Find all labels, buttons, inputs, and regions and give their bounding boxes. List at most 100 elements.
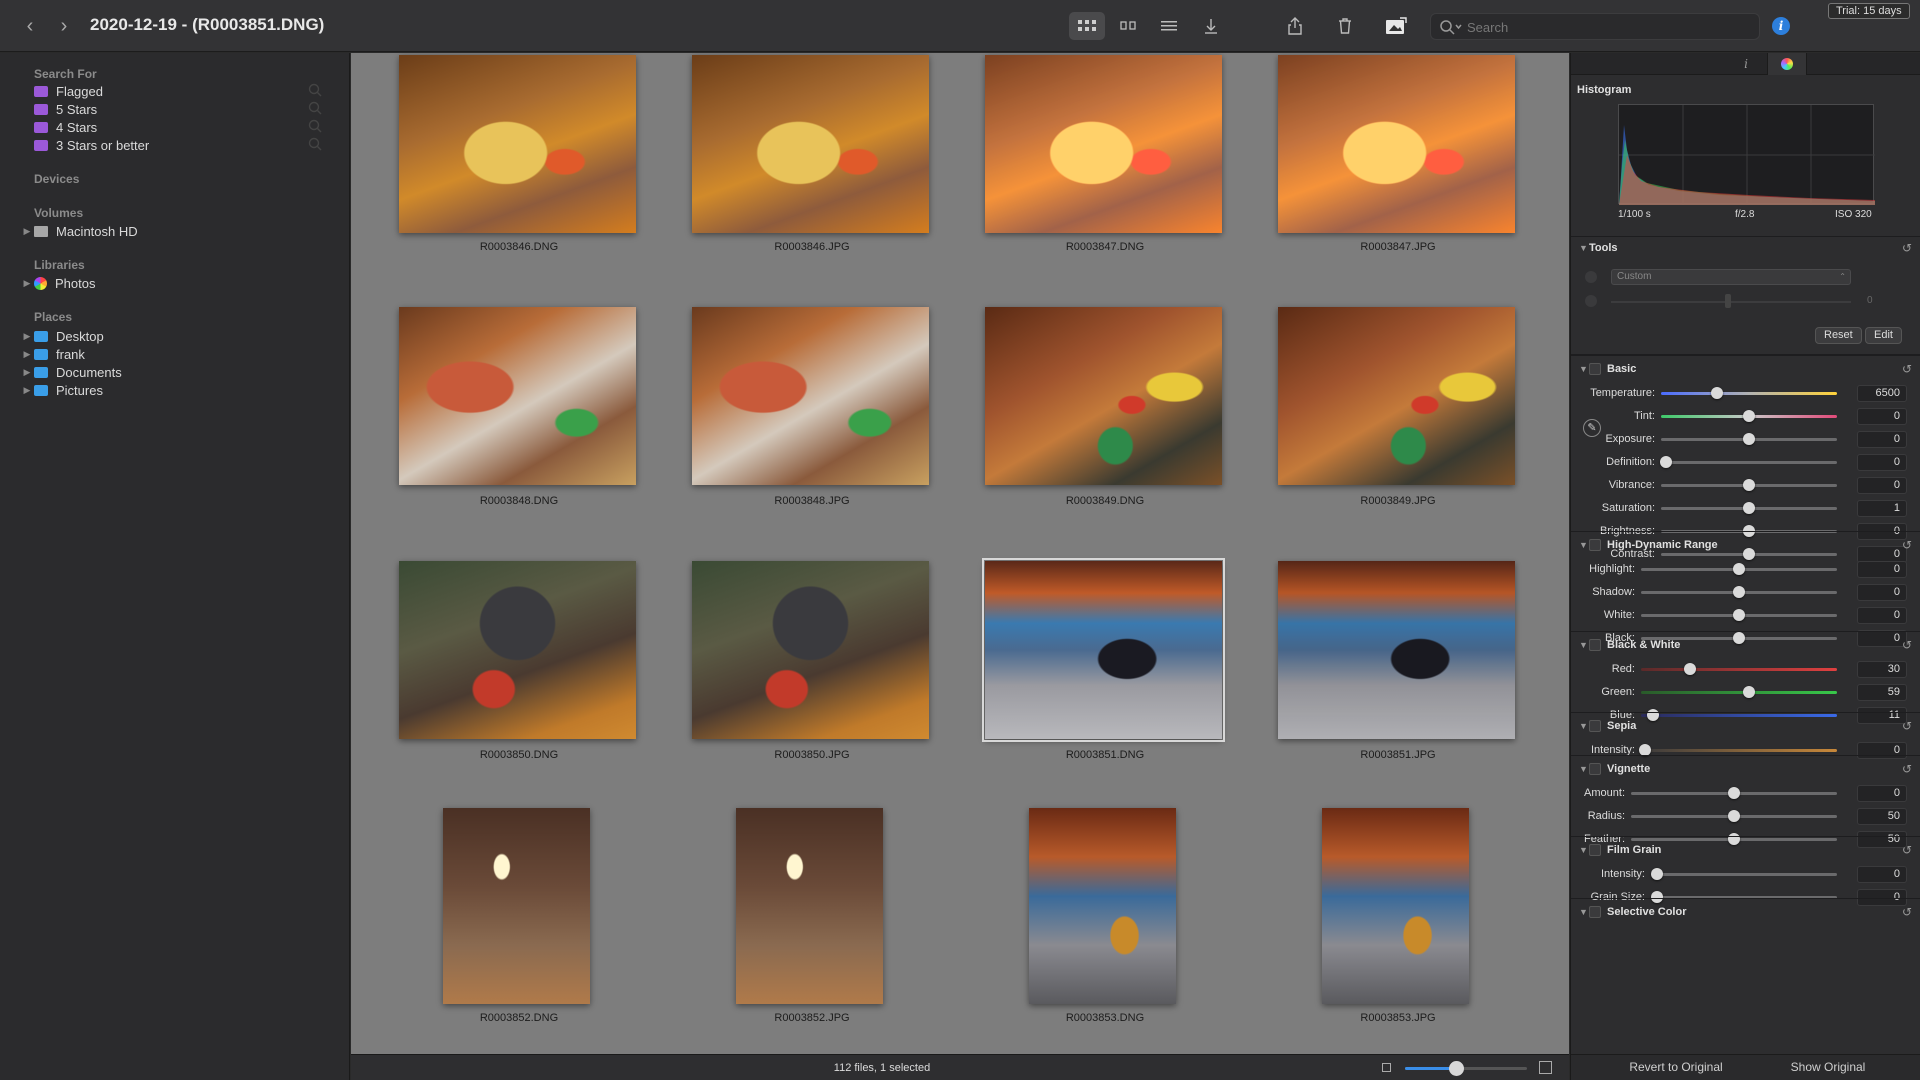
tool-amount-slider[interactable] — [1611, 301, 1851, 303]
green-value-field[interactable]: 59 — [1857, 684, 1907, 701]
tool-radio[interactable] — [1585, 295, 1597, 307]
zoom-in-icon[interactable] — [1539, 1061, 1552, 1074]
amount-slider-knob[interactable] — [1728, 787, 1740, 799]
disclosure-icon[interactable]: ▶ — [20, 385, 34, 396]
contrast-slider-knob[interactable] — [1743, 548, 1755, 560]
disclosure-icon[interactable]: ▶ — [20, 226, 34, 237]
sidebar-item-documents[interactable]: ▶ Documents — [20, 363, 340, 381]
sidebar-item-frank[interactable]: ▶ frank — [20, 345, 340, 363]
sidebar-item-4-stars[interactable]: 4 Stars — [20, 118, 340, 136]
chevron-down-icon[interactable]: ▼ — [1579, 540, 1588, 550]
white-value-field[interactable]: 0 — [1857, 607, 1907, 624]
blue-slider-knob[interactable] — [1646, 709, 1659, 721]
reset-button[interactable]: Reset — [1815, 327, 1862, 344]
hdr-enable-checkbox[interactable] — [1589, 539, 1601, 551]
edit-button[interactable]: Edit — [1865, 327, 1902, 344]
tab-adjustments[interactable] — [1767, 53, 1807, 75]
disclosure-icon[interactable]: ▶ — [20, 349, 34, 360]
back-icon[interactable]: ‹ — [18, 14, 42, 38]
disclosure-icon[interactable]: ▶ — [20, 331, 34, 342]
intensity-slider[interactable] — [1651, 873, 1837, 876]
photo-thumbnail[interactable] — [692, 561, 929, 739]
tool-radio[interactable] — [1585, 271, 1597, 283]
highlight-slider-knob[interactable] — [1733, 563, 1745, 575]
green-slider-knob[interactable] — [1742, 686, 1755, 698]
sidebar-item-desktop[interactable]: ▶ Desktop — [20, 327, 340, 345]
temperature-value-field[interactable]: 6500 — [1857, 385, 1907, 402]
tint-value-field[interactable]: 0 — [1857, 408, 1907, 425]
shadow-slider-knob[interactable] — [1733, 586, 1745, 598]
chevron-down-icon[interactable]: ▼ — [1579, 364, 1588, 374]
intensity-value-field[interactable]: 0 — [1857, 742, 1907, 759]
black-slider-knob[interactable] — [1733, 632, 1745, 644]
share-button[interactable] — [1277, 12, 1313, 40]
highlight-value-field[interactable]: 0 — [1857, 561, 1907, 578]
photo-thumbnail[interactable] — [1029, 808, 1176, 1004]
photo-thumbnail[interactable] — [1278, 55, 1515, 233]
film-grain-enable-checkbox[interactable] — [1589, 844, 1601, 856]
zoom-out-icon[interactable] — [1382, 1063, 1391, 1072]
photo-thumbnail[interactable] — [692, 55, 929, 233]
chevron-down-icon[interactable]: ▼ — [1579, 640, 1588, 650]
green-slider[interactable] — [1641, 691, 1837, 694]
selective-color-enable-checkbox[interactable] — [1589, 906, 1601, 918]
grid-view-button[interactable] — [1069, 12, 1105, 40]
sidebar-item-pictures[interactable]: ▶ Pictures — [20, 381, 340, 399]
chevron-down-icon[interactable]: ▼ — [1579, 764, 1588, 774]
reset-icon[interactable]: ↺ — [1902, 638, 1912, 652]
reset-icon[interactable]: ↺ — [1902, 762, 1912, 776]
white-slider-knob[interactable] — [1733, 609, 1745, 621]
photo-thumbnail[interactable] — [1278, 307, 1515, 485]
shadow-value-field[interactable]: 0 — [1857, 584, 1907, 601]
definition-value-field[interactable]: 0 — [1857, 454, 1907, 471]
photo-thumbnail[interactable] — [985, 307, 1222, 485]
list-view-button[interactable] — [1151, 12, 1187, 40]
reset-icon[interactable]: ↺ — [1902, 719, 1912, 733]
temperature-slider[interactable] — [1661, 392, 1837, 395]
photo-thumbnail[interactable] — [399, 307, 636, 485]
intensity-slider[interactable] — [1641, 749, 1837, 752]
reset-icon[interactable]: ↺ — [1902, 538, 1912, 552]
sidebar-item-3-stars-or-better[interactable]: 3 Stars or better — [20, 136, 340, 154]
definition-slider[interactable] — [1661, 461, 1837, 464]
photo-thumbnail[interactable] — [443, 808, 590, 1004]
intensity-value-field[interactable]: 0 — [1857, 866, 1907, 883]
basic-enable-checkbox[interactable] — [1589, 363, 1601, 375]
info-icon[interactable]: i — [1772, 17, 1790, 35]
radius-value-field[interactable]: 50 — [1857, 808, 1907, 825]
photo-thumbnail[interactable] — [399, 55, 636, 233]
eyedropper-icon[interactable]: ✎ — [1583, 419, 1601, 437]
disclosure-icon[interactable]: ▶ — [20, 278, 34, 289]
tool-amount-knob[interactable] — [1725, 294, 1731, 308]
reset-icon[interactable]: ↺ — [1902, 843, 1912, 857]
chevron-down-icon[interactable]: ▼ — [1579, 845, 1588, 855]
sidebar-item-5-stars[interactable]: 5 Stars — [20, 100, 340, 118]
disclosure-icon[interactable]: ▶ — [20, 367, 34, 378]
photo-thumbnail[interactable] — [399, 561, 636, 739]
chevron-down-icon[interactable]: ▼ — [1579, 907, 1588, 917]
intensity-slider-knob[interactable] — [1650, 868, 1663, 880]
definition-slider-knob[interactable] — [1660, 456, 1673, 468]
search-input[interactable] — [1467, 16, 1747, 38]
tint-slider-knob[interactable] — [1743, 410, 1755, 422]
filmstrip-view-button[interactable] — [1110, 12, 1146, 40]
chevron-down-icon[interactable]: ▼ — [1579, 243, 1588, 253]
saturation-slider-knob[interactable] — [1743, 502, 1755, 514]
vibrance-value-field[interactable]: 0 — [1857, 477, 1907, 494]
tab-info[interactable]: i — [1726, 53, 1766, 75]
red-value-field[interactable]: 30 — [1857, 661, 1907, 678]
preset-select[interactable]: Custom ⌃ — [1611, 269, 1851, 285]
red-slider-knob[interactable] — [1684, 663, 1696, 675]
sidebar-item-macintosh-hd[interactable]: ▶ Macintosh HD — [20, 222, 340, 240]
reset-icon[interactable]: ↺ — [1902, 362, 1912, 376]
zoom-slider[interactable] — [1405, 1061, 1527, 1076]
temperature-slider-knob[interactable] — [1711, 387, 1724, 399]
import-button[interactable] — [1193, 12, 1229, 40]
bw-enable-checkbox[interactable] — [1589, 639, 1601, 651]
photo-thumbnail[interactable] — [982, 558, 1225, 742]
blue-value-field[interactable]: 11 — [1857, 707, 1907, 724]
photo-thumbnail[interactable] — [736, 808, 883, 1004]
feather-slider-knob[interactable] — [1728, 833, 1740, 845]
red-slider[interactable] — [1641, 668, 1837, 671]
saturation-value-field[interactable]: 1 — [1857, 500, 1907, 517]
